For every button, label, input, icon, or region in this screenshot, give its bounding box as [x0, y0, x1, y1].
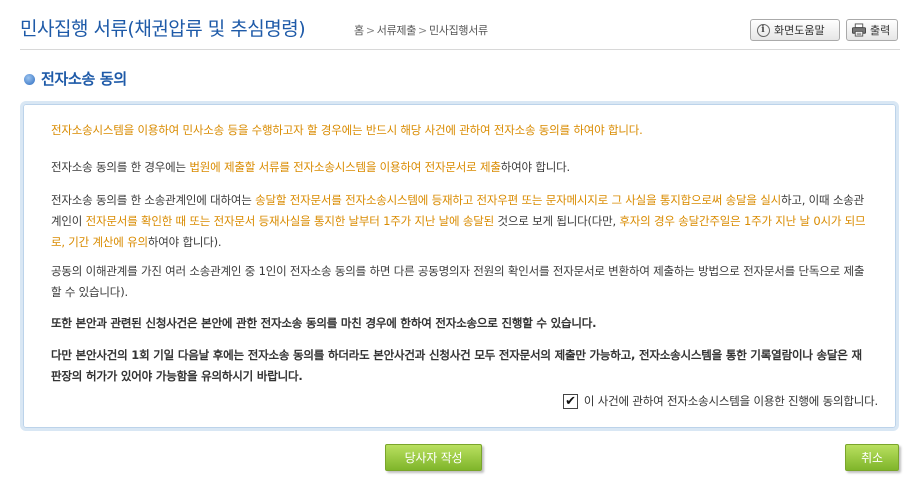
consent-paragraph-related-case: 또한 본안과 관련된 신청사건은 본안에 관한 전자소송 동의를 마친 경우에 … [51, 316, 597, 330]
print-button-label: 출력 [870, 24, 891, 37]
breadcrumb-home[interactable]: 홈 [354, 24, 364, 37]
consent-paragraph-submission: 전자소송 동의를 한 경우에는 법원에 제출할 서류를 전자소송시스템을 이용하… [51, 157, 570, 178]
section-title-text: 전자소송 동의 [41, 70, 127, 88]
help-button-label: 화면도움말 [774, 24, 825, 37]
write-party-button[interactable]: 당사자 작성 [385, 444, 482, 471]
print-button[interactable]: 출력 [846, 19, 898, 41]
p3-text-d: 하여야 합니다). [147, 235, 222, 249]
breadcrumb-submit[interactable]: 서류제출 [377, 24, 417, 37]
section-title: 전자소송 동의 [24, 68, 127, 89]
p3-highlight-1: 송달할 전자문서를 전자소송시스템에 등재하고 전자우편 또는 문자메시지로 그… [255, 193, 781, 207]
breadcrumb: 홈 > 서류제출 > 민사집행서류 [354, 22, 488, 38]
p3-highlight-2: 전자문서를 확인한 때 또는 전자문서 등재사실을 통지한 날부터 1주가 지난… [85, 214, 495, 228]
consent-paragraph-after-hearing: 다만 본안사건의 1회 기일 다음날 후에는 전자소송 동의를 하더라도 본안사… [51, 348, 862, 383]
breadcrumb-current: 민사집행서류 [428, 24, 488, 37]
consent-paragraph-service: 전자소송 동의를 한 소송관계인에 대하여는 송달할 전자문서를 전자소송시스템… [51, 190, 871, 253]
agree-checkbox[interactable]: ✔ [562, 393, 578, 409]
help-button[interactable]: i 화면도움말 [750, 19, 840, 41]
p3-text-c: 것으로 보게 됩니다(다만, [494, 214, 620, 228]
agree-label: 이 사건에 관하여 전자소송시스템을 이용한 진행에 동의합니다. [583, 394, 878, 408]
p2-highlight: 법원에 제출할 서류를 전자소송시스템을 이용하여 전자문서로 제출 [189, 160, 501, 174]
breadcrumb-separator: > [418, 24, 427, 37]
agree-option[interactable]: ✔ 이 사건에 관하여 전자소송시스템을 이용한 진행에 동의합니다. [562, 393, 878, 409]
header-divider [20, 49, 900, 50]
breadcrumb-separator: > [365, 24, 375, 37]
p2-text-b: 하여야 합니다. [500, 160, 570, 174]
checkmark-icon: ✔ [565, 393, 576, 409]
p3-text-a: 전자소송 동의를 한 소송관계인에 대하여는 [51, 193, 256, 207]
page-header: 민사집행 서류(채권압류 및 추심명령) 홈 > 서류제출 > 민사집행서류 i 화면도… [0, 0, 910, 50]
consent-paragraph-joint: 공동의 이해관계를 가진 여러 소송관계인 중 1인이 전자소송 동의를 하면 … [51, 264, 865, 299]
consent-intro: 전자소송시스템을 이용하여 민사소송 등을 수행하고자 할 경우에는 반드시 해… [51, 123, 643, 137]
cancel-button[interactable]: 취소 [845, 444, 899, 471]
info-icon: i [756, 23, 770, 37]
consent-panel: 전자소송시스템을 이용하여 민사소송 등을 수행하고자 할 경우에는 반드시 해… [20, 101, 899, 431]
p2-text-a: 전자소송 동의를 한 경우에는 [51, 160, 190, 174]
page-title: 민사집행 서류(채권압류 및 추심명령) [20, 18, 306, 40]
printer-icon [852, 23, 866, 37]
